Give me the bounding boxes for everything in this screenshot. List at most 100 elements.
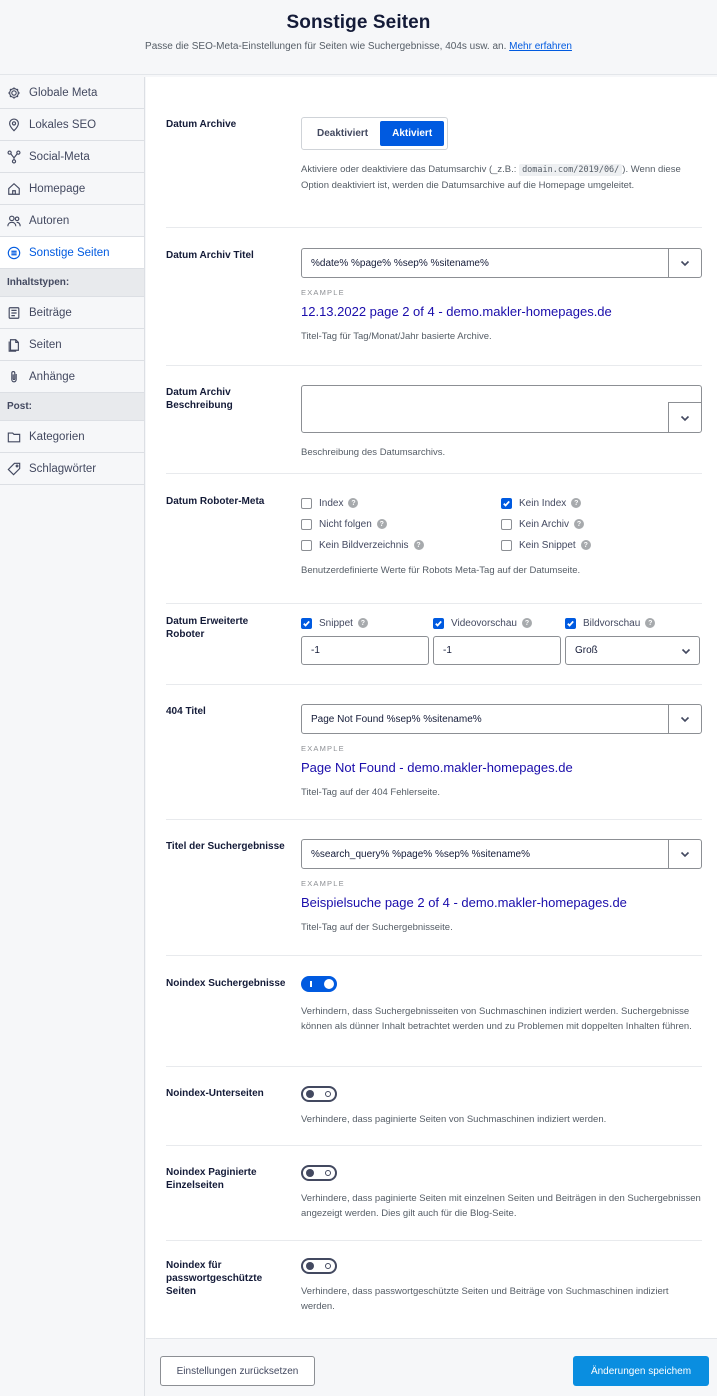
sidebar-section-post: Post: [0,393,144,421]
date-archives-toggle-group: Deaktiviert Aktiviert [301,117,449,150]
users-icon [7,214,21,228]
noindex-paginated-row: Noindex Paginierte Einzelseiten Verhinde… [166,1165,702,1241]
robots-nosnippet-checkbox[interactable]: Kein Snippet? [501,536,701,554]
sidebar-item-pages[interactable]: Seiten [0,329,144,361]
activate-button[interactable]: Aktiviert [380,121,445,146]
checkmark-icon [435,620,442,627]
date-archive-description-row: Datum Archiv Beschreibung Beschreibung d… [166,385,702,474]
learn-more-link[interactable]: Mehr erfahren [509,41,572,52]
help-icon[interactable]: ? [521,618,532,628]
footer-bar: Einstellungen zurücksetzen Änderungen sp… [146,1338,717,1396]
video-preview-input[interactable]: -1 [433,636,561,665]
chevron-down-icon[interactable] [668,402,701,432]
title-404-row: 404 Titel Page Not Found %sep% %sitename… [166,704,702,820]
sidebar-item-homepage[interactable]: Homepage [0,173,144,205]
date-archive-title-description: Titel-Tag für Tag/Monat/Jahr basierte Ar… [301,331,492,342]
image-preview-select[interactable]: Groß [565,636,700,665]
noindex-subpages-row: Noindex-Unterseiten Verhindere, dass pag… [166,1086,702,1146]
chevron-down-icon [681,646,691,659]
example-preview: Beispielsuche page 2 of 4 - demo.makler-… [301,895,627,910]
noindex-subpages-description: Verhindere, dass paginierte Seiten von S… [301,1114,607,1125]
date-archive-title-row: Datum Archiv Titel %date% %page% %sep% %… [166,248,702,366]
date-archive-description-label: Datum Archiv Beschreibung [166,387,233,411]
date-archives-row: Datum Archive Deaktiviert Aktiviert Akti… [166,117,702,228]
noindex-search-label: Noindex Suchergebnisse [166,978,286,989]
folder-icon [7,430,21,444]
image-preview-checkbox[interactable]: Bildvorschau? [565,614,700,632]
robots-nofollow-checkbox[interactable]: Nicht folgen? [301,515,501,533]
example-label: EXAMPLE [301,744,345,753]
robots-noarchive-checkbox[interactable]: Kein Archiv? [501,515,701,533]
noindex-paginated-label: Noindex Paginierte Einzelseiten [166,1167,257,1191]
date-advanced-robots-label: Datum Erweiterte Roboter [166,616,249,640]
noindex-search-row: Noindex Suchergebnisse Verhindern, dass … [166,976,702,1067]
paperclip-icon [7,370,21,384]
help-icon[interactable]: ? [348,498,359,508]
sidebar-item-global-meta[interactable]: Globale Meta [0,77,144,109]
list-circle-icon [7,246,21,260]
date-archive-description-input[interactable] [301,385,702,433]
chevron-down-icon[interactable] [668,840,701,868]
sidebar-section-content-types: Inhaltstypen: [0,269,144,297]
checkmark-icon [567,620,574,627]
post-icon [7,306,21,320]
example-url-code: domain.com/2019/06/ [519,164,623,176]
noindex-search-toggle[interactable] [301,976,337,992]
search-title-description: Titel-Tag auf der Suchergebnisseite. [301,922,453,933]
save-changes-button[interactable]: Änderungen speichem [573,1356,709,1386]
noindex-paginated-toggle[interactable] [301,1165,337,1181]
title-404-label: 404 Titel [166,706,206,717]
date-archives-description: Aktiviere oder deaktiviere das Datumsarc… [301,164,681,191]
date-robots-meta-row: Datum Roboter-Meta Index? Kein Index? Ni… [166,495,702,604]
help-icon[interactable]: ? [413,540,424,550]
robots-noindex-checkbox[interactable]: Kein Index? [501,494,701,512]
example-preview: 12.13.2022 page 2 of 4 - demo.makler-hom… [301,304,612,319]
search-title-input[interactable]: %search_query% %page% %sep% %sitename% [301,839,702,869]
settings-panel: Datum Archive Deaktiviert Aktiviert Akti… [146,77,717,1396]
date-robots-meta-label: Datum Roboter-Meta [166,496,265,507]
gear-icon [7,86,21,100]
noindex-subpages-toggle[interactable] [301,1086,337,1102]
snippet-length-input[interactable]: -1 [301,636,429,665]
sidebar-item-social-meta[interactable]: Social-Meta [0,141,144,173]
noindex-password-row: Noindex für passwortgeschützte Seiten Ve… [166,1258,702,1337]
page-title: Sonstige Seiten [286,12,431,33]
date-archive-title-label: Datum Archiv Titel [166,250,254,261]
sidebar-item-attachments[interactable]: Anhänge [0,361,144,393]
page-header: Sonstige Seiten Passe die SEO-Meta-Einst… [0,0,717,75]
noindex-password-label: Noindex für passwortgeschützte Seiten [166,1260,263,1297]
help-icon[interactable]: ? [571,498,582,508]
help-icon[interactable]: ? [357,618,368,628]
sidebar-item-local-seo[interactable]: Lokales SEO [0,109,144,141]
checkmark-icon [303,620,310,627]
sidebar-item-categories[interactable]: Kategorien [0,421,144,453]
search-title-label: Titel der Suchergebnisse [166,841,285,852]
example-label: EXAMPLE [301,288,345,297]
title-404-description: Titel-Tag auf der 404 Fehlerseite. [301,787,441,798]
date-archive-title-input[interactable]: %date% %page% %sep% %sitename% [301,248,702,278]
tag-icon [7,462,21,476]
noindex-password-toggle[interactable] [301,1258,337,1274]
sidebar-item-posts[interactable]: Beiträge [0,297,144,329]
robots-noimageindex-checkbox[interactable]: Kein Bildverzeichnis? [301,536,501,554]
help-icon[interactable]: ? [580,540,591,550]
chevron-down-icon[interactable] [668,705,701,733]
deactivate-button[interactable]: Deaktiviert [305,121,380,146]
snippet-checkbox[interactable]: Snippet? [301,614,429,632]
date-archive-description-help: Beschreibung des Datumsarchivs. [301,447,446,458]
sidebar-item-other-pages[interactable]: Sonstige Seiten [0,237,144,269]
chevron-down-icon[interactable] [668,249,701,277]
date-advanced-robots-row: Datum Erweiterte Roboter Snippet? -1 Vid… [166,614,702,685]
pages-icon [7,338,21,352]
sidebar-item-tags[interactable]: Schlagwörter [0,453,144,485]
reset-settings-button[interactable]: Einstellungen zurücksetzen [160,1356,315,1386]
checkmark-icon [503,500,510,507]
share-icon [7,149,21,164]
help-icon[interactable]: ? [574,519,585,529]
video-preview-checkbox[interactable]: Videovorschau? [433,614,561,632]
help-icon[interactable]: ? [376,519,387,529]
help-icon[interactable]: ? [645,618,656,628]
title-404-input[interactable]: Page Not Found %sep% %sitename% [301,704,702,734]
robots-index-checkbox[interactable]: Index? [301,494,501,512]
sidebar-item-authors[interactable]: Autoren [0,205,144,237]
